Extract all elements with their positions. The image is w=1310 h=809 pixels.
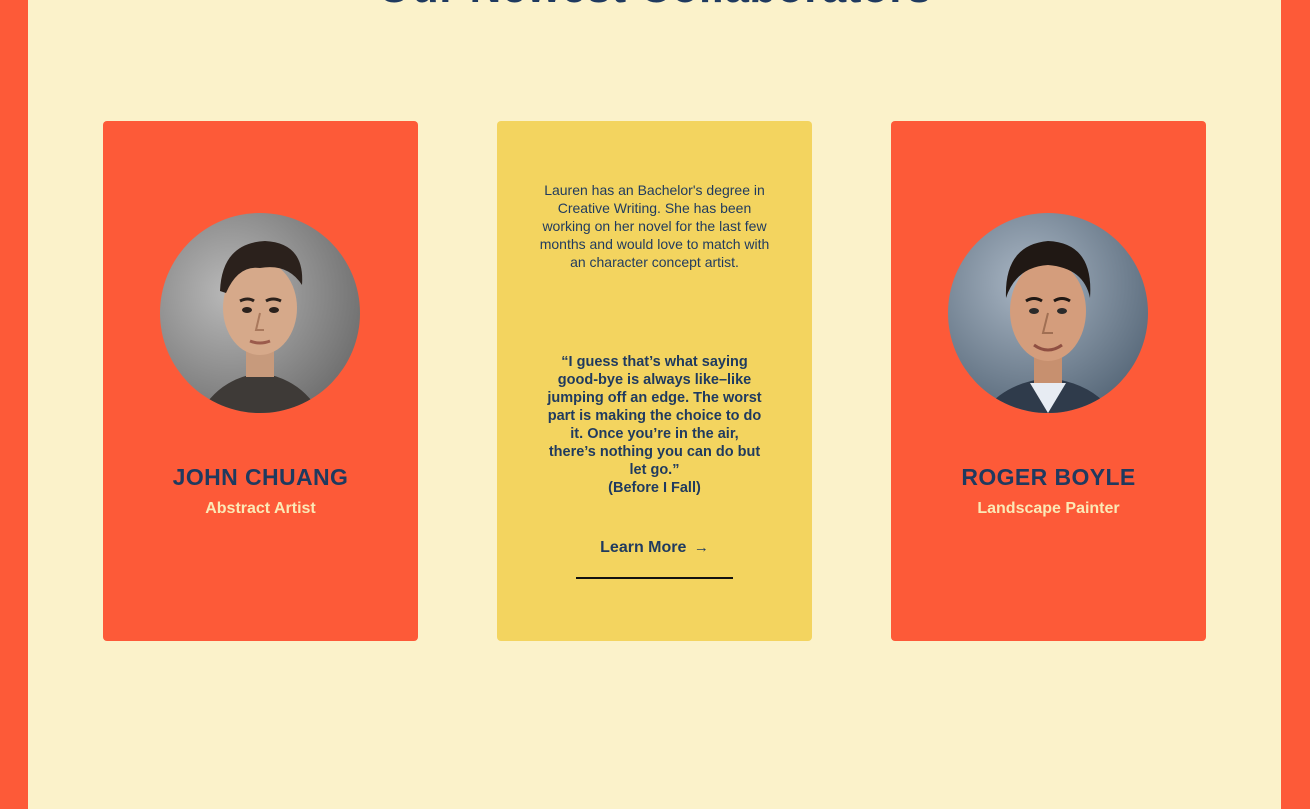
- quote-source: (Before I Fall): [608, 480, 701, 496]
- section-title: Our Newest Collaborators: [28, 0, 1281, 10]
- collaborator-card-lauren: Lauren has an Bachelor's degree in Creat…: [497, 121, 812, 641]
- bio-text: Lauren has an Bachelor's degree in Creat…: [539, 182, 770, 270]
- avatar-john: [160, 213, 360, 413]
- collaborator-card-roger: ROGER BOYLE Landscape Painter: [891, 121, 1206, 641]
- collaborator-name: ROGER BOYLE: [961, 464, 1136, 490]
- collaborator-card-john: JOHN CHUANG Abstract Artist: [103, 121, 418, 641]
- collaborator-role: Abstract Artist: [205, 500, 316, 517]
- avatar-roger: [948, 213, 1148, 413]
- collaborators-section: Our Newest Collaborators: [28, 0, 1281, 809]
- learn-more-link[interactable]: Learn More →: [576, 539, 733, 579]
- collaborator-name: JOHN CHUANG: [172, 464, 349, 490]
- quote-body: “I guess that’s what saying good-bye is …: [547, 354, 762, 478]
- learn-more-label: Learn More: [600, 539, 687, 556]
- collaborator-role: Landscape Painter: [977, 500, 1120, 517]
- quote-text: “I guess that’s what saying good-bye is …: [547, 353, 762, 497]
- arrow-right-icon: →: [693, 539, 709, 556]
